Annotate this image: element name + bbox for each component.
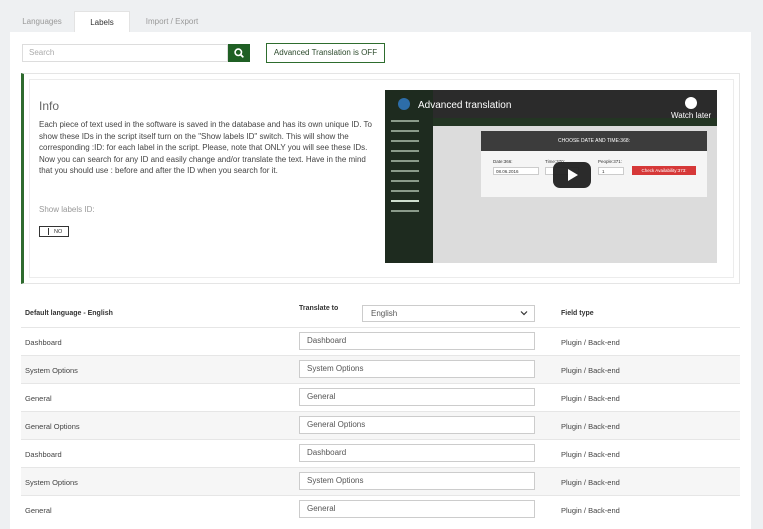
video-menu-line [391,120,419,122]
video-menu-line [391,130,419,132]
translation-input[interactable]: System Options [299,360,535,378]
video-thumbnail-sidebar [385,90,433,263]
row-default-label: General [25,394,52,403]
row-default-label: System Options [25,366,78,375]
show-labels-id-label: Show labels ID: [39,205,95,214]
info-title: Info [39,99,60,113]
table-row: System Options System Options Plugin / B… [21,355,740,383]
table-row: General General Plugin / Back-end [21,383,740,411]
tab-languages[interactable]: Languages [10,11,74,33]
video-check-availability-button: Check Availability:373: [632,166,696,175]
table-row: System Options System Options Plugin / B… [21,467,740,495]
row-field-type: Plugin / Back-end [561,450,620,459]
video-logo-icon [398,98,410,110]
watch-later-label[interactable]: Watch later [671,111,711,120]
video-people-label: People:371: [598,159,623,164]
header-default-language: Default language - English [25,310,113,317]
video-menu-line [391,150,419,152]
table-row: Dashboard Dashboard Plugin / Back-end [21,439,740,467]
translation-input[interactable]: Dashboard [299,444,535,462]
header-field-type: Field type [561,310,594,317]
play-button[interactable] [553,162,591,188]
table-row: General General Plugin / Back-end [21,495,740,523]
info-inner: Info Each piece of text used in the soft… [29,79,734,278]
video-menu-line [391,160,419,162]
video-menu-line [391,200,419,202]
show-labels-id-toggle[interactable]: NO [39,226,69,237]
video-player[interactable]: Advanced translation Watch later CHOOSE … [385,90,717,263]
translate-language-select[interactable]: English [362,305,535,322]
video-people-field: 1 [598,167,624,175]
search-input[interactable]: Search [22,44,228,62]
video-date-label: Date:366: [493,159,513,164]
video-title: Advanced translation [418,100,512,111]
tab-labels[interactable]: Labels [74,11,130,33]
video-menu-line [391,170,419,172]
row-default-label: Dashboard [25,450,62,459]
translation-input[interactable]: General [299,500,535,518]
video-card-heading: CHOOSE DATE AND TIME:368: [481,131,707,151]
tab-import-export[interactable]: Import / Export [130,11,214,33]
row-field-type: Plugin / Back-end [561,422,620,431]
row-field-type: Plugin / Back-end [561,478,620,487]
play-icon [568,169,578,181]
video-people-value: 1 [602,169,605,174]
row-field-type: Plugin / Back-end [561,506,620,515]
search-icon [234,48,244,58]
chevron-down-icon [520,311,528,316]
table-row: Dashboard Dashboard Plugin / Back-end [21,327,740,355]
row-field-type: Plugin / Back-end [561,338,620,347]
row-field-type: Plugin / Back-end [561,366,620,375]
video-menu-line [391,190,419,192]
info-text: Each piece of text used in the software … [39,120,372,176]
toggle-text: NO [54,228,63,235]
row-default-label: General Options [25,422,80,431]
translation-input[interactable]: System Options [299,472,535,490]
video-menu-line [391,180,419,182]
row-default-label: General [25,506,52,515]
advanced-translation-button[interactable]: Advanced Translation is OFF [266,43,385,63]
video-date-value: 08.06.2016 [496,169,519,174]
labels-panel: Search Advanced Translation is OFF Info … [10,32,751,529]
selected-language: English [371,309,398,318]
toggle-knob [42,228,49,235]
row-default-label: System Options [25,478,78,487]
video-menu-line [391,210,419,212]
translation-input[interactable]: General [299,388,535,406]
translation-input[interactable]: General Options [299,416,535,434]
video-date-field: 08.06.2016 [493,167,539,175]
search-button[interactable] [228,44,250,62]
row-default-label: Dashboard [25,338,62,347]
translation-input[interactable]: Dashboard [299,332,535,350]
video-menu-line [391,140,419,142]
info-box: Info Each piece of text used in the soft… [21,73,740,284]
row-field-type: Plugin / Back-end [561,394,620,403]
table-row: General Options General Options Plugin /… [21,411,740,439]
clock-icon[interactable] [685,97,697,109]
header-translate-to: Translate to [299,305,339,312]
